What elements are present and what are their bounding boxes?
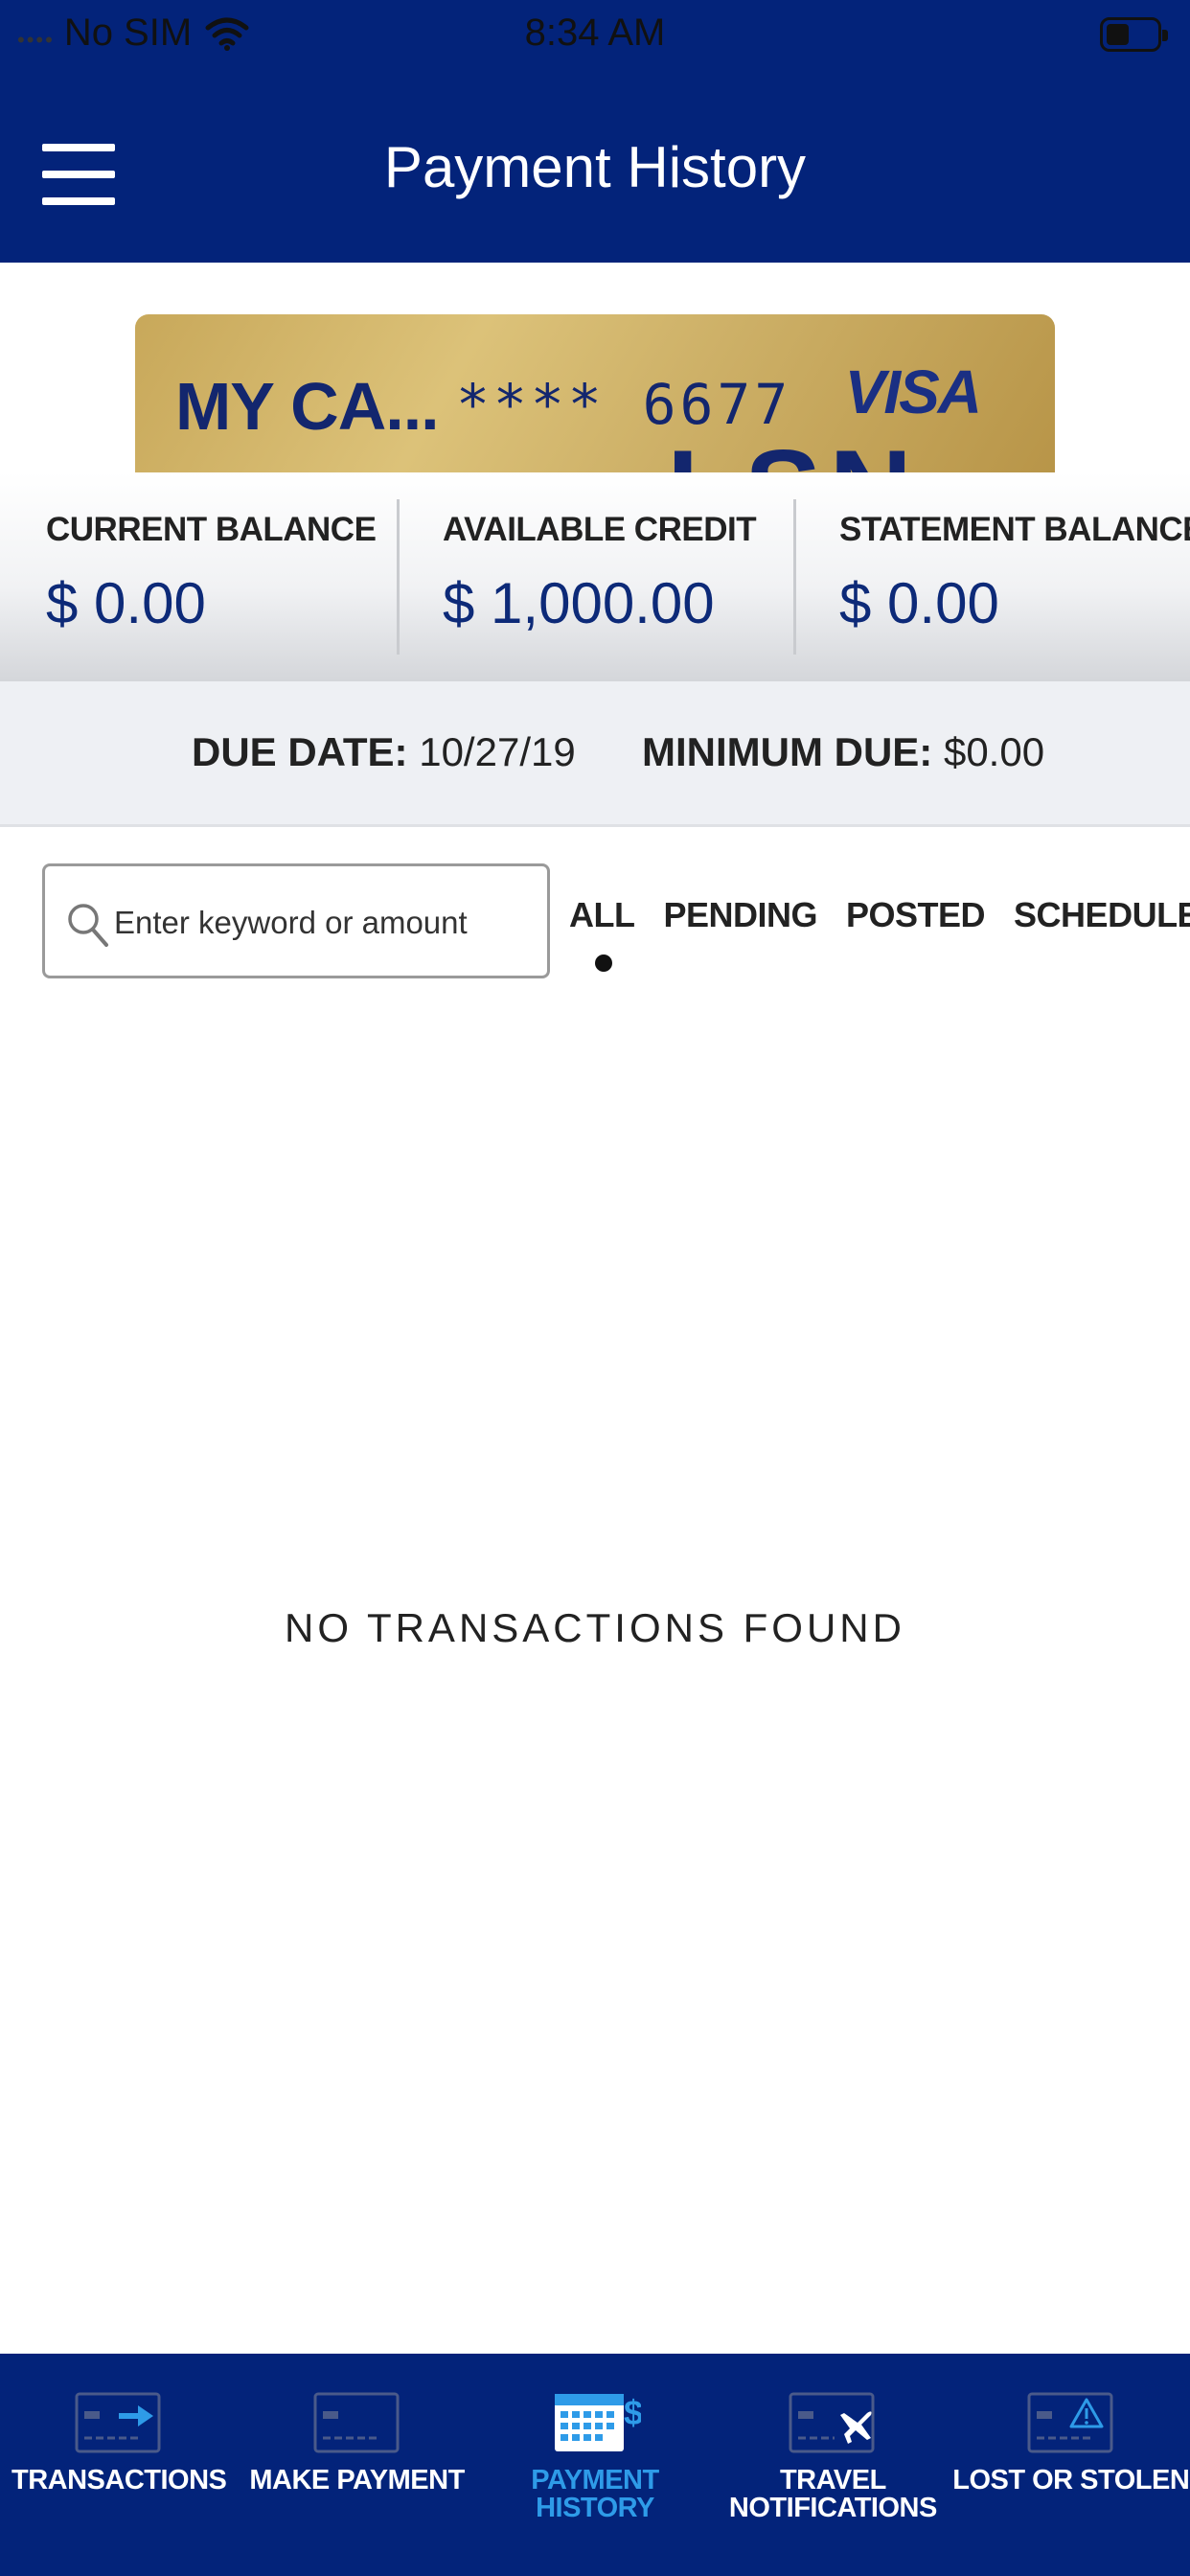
visa-logo: VISA (844, 357, 982, 426)
credit-card-image[interactable]: MY CA... **** 6677 VISA LSN (135, 314, 1055, 472)
card-warning-icon (1027, 2392, 1113, 2453)
search-icon (68, 904, 108, 947)
nav-lost-or-stolen-label: LOST OR STOLEN (952, 2465, 1190, 2496)
nav-payment-history-line: PAYMENT HISTORY (531, 2465, 659, 2523)
due-date-value: 10/27/19 (419, 729, 576, 774)
current-balance-label: CURRENT BALANCE (46, 511, 377, 548)
card-airplane-icon (789, 2392, 875, 2453)
svg-text:$: $ (624, 2393, 641, 2432)
filter-posted[interactable]: POSTED (846, 895, 986, 935)
filter-all[interactable]: ALL (569, 895, 635, 972)
status-time: 8:34 AM (524, 12, 666, 54)
calendar-dollar-icon: $ (554, 2393, 641, 2451)
filter-pending[interactable]: PENDING (663, 895, 817, 935)
header: •••• No SIM 8:34 AM Payment History (0, 0, 1190, 263)
statement-balance-label: STATEMENT BALANCE (839, 511, 1190, 548)
status-bar: •••• No SIM 8:34 AM (0, 0, 1190, 67)
search-input[interactable] (114, 887, 536, 958)
page-title: Payment History (383, 135, 807, 199)
nav-travel-notifications-line: TRAVEL NOTIFICATIONS (728, 2465, 937, 2523)
due-date-label: DUE DATE: (192, 729, 408, 774)
statement-balance-value: $ 0.00 (839, 571, 999, 635)
minimum-due: MINIMUM DUE: $0.00 (642, 729, 1044, 775)
nav-payment-history[interactable]: $ PAYMENT HISTORY (476, 2354, 714, 2576)
minimum-due-value: $0.00 (943, 729, 1045, 774)
nav-transactions-label: TRANSACTIONS (11, 2465, 227, 2496)
card-nickname: MY CA... (175, 369, 440, 444)
statement-balance: STATEMENT BALANCE $ 0.00 (793, 499, 1190, 655)
current-balance: CURRENT BALANCE $ 0.00 (0, 472, 397, 681)
search-box[interactable] (42, 863, 550, 978)
filter-scheduled[interactable]: SCHEDULED (1014, 895, 1190, 935)
nav-lost-or-stolen[interactable]: LOST OR STOLEN (952, 2354, 1190, 2576)
due-date: DUE DATE: 10/27/19 (192, 729, 576, 775)
available-credit-label: AVAILABLE CREDIT (443, 511, 757, 548)
empty-state-message: NO TRANSACTIONS FOUND (285, 1605, 905, 1650)
nav-travel-notifications-label: TRAVEL NOTIFICATIONS (729, 2467, 937, 2522)
due-summary: DUE DATE: 10/27/19 MINIMUM DUE: $0.00 (0, 681, 1190, 827)
card-arrow-icon (75, 2392, 161, 2453)
transaction-filters: ALL PENDING POSTED SCHEDULED (569, 895, 1190, 972)
nav-make-payment[interactable]: MAKE PAYMENT (238, 2354, 475, 2576)
available-credit-value: $ 1,000.00 (443, 571, 715, 635)
minimum-due-label: MINIMUM DUE: (642, 729, 933, 774)
card-icon (313, 2392, 400, 2453)
nav-travel-notifications[interactable]: TRAVEL NOTIFICATIONS (714, 2354, 951, 2576)
nav-payment-history-label: PAYMENT HISTORY (531, 2465, 659, 2523)
available-credit: AVAILABLE CREDIT $ 1,000.00 (397, 499, 793, 655)
card-embossed-number: LSN (667, 425, 920, 472)
battery-icon (1100, 17, 1168, 52)
current-balance-value: $ 0.00 (46, 571, 206, 635)
bottom-nav: TRANSACTIONS MAKE PAYMENT $ PAYMENT HIST… (0, 2354, 1190, 2576)
nav-make-payment-label: MAKE PAYMENT (249, 2465, 465, 2496)
nav-transactions[interactable]: TRANSACTIONS (0, 2354, 238, 2576)
balance-summary: CURRENT BALANCE $ 0.00 AVAILABLE CREDIT … (0, 472, 1190, 681)
